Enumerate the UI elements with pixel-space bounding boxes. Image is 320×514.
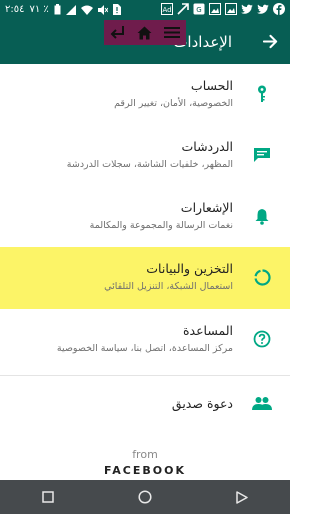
invite-friend[interactable]: دعوة صديق bbox=[0, 376, 290, 432]
recents-icon[interactable] bbox=[42, 491, 54, 503]
gallery-icon bbox=[209, 3, 221, 15]
home-icon[interactable] bbox=[137, 26, 152, 40]
floating-toolbar bbox=[104, 20, 186, 45]
key-icon bbox=[252, 84, 272, 104]
twitter-icon bbox=[241, 4, 253, 15]
back-return-icon[interactable] bbox=[110, 25, 126, 40]
twitter-icon bbox=[257, 4, 269, 15]
mute-icon bbox=[97, 4, 108, 15]
status-bar: ٢:٥٤ ٧١ ٪ Ad G bbox=[0, 0, 290, 22]
status-bar-left: ٢:٥٤ ٧١ ٪ bbox=[5, 4, 121, 15]
item-title: دعوة صديق bbox=[171, 396, 233, 411]
nav-bar bbox=[0, 480, 290, 514]
item-subtitle: المظهر، خلفيات الشاشة، سجلات الدردشة bbox=[66, 159, 233, 170]
footer-brand: FACEBOOK bbox=[104, 464, 186, 477]
clock: ٢:٥٤ bbox=[5, 4, 25, 15]
facebook-icon bbox=[273, 3, 285, 15]
svg-text:G: G bbox=[196, 6, 201, 14]
back-icon[interactable] bbox=[236, 490, 248, 504]
home-icon[interactable] bbox=[138, 490, 152, 504]
battery-icon bbox=[54, 4, 61, 15]
footer-from: from bbox=[132, 448, 158, 461]
gallery-icon bbox=[225, 3, 237, 15]
settings-item-account[interactable]: الحساب الخصوصية، الأمان، تغيير الرقم bbox=[0, 64, 290, 125]
bell-icon bbox=[252, 206, 272, 226]
settings-item-notifications[interactable]: الإشعارات نغمات الرسالة والمجموعة والمكا… bbox=[0, 186, 290, 247]
item-subtitle: نغمات الرسالة والمجموعة والمكالمة bbox=[89, 220, 233, 231]
people-icon bbox=[252, 395, 272, 414]
ad-icon: Ad bbox=[161, 3, 173, 15]
item-title: التخزين والبيانات bbox=[146, 261, 233, 276]
data-usage-icon bbox=[252, 267, 272, 287]
arrow-icon bbox=[177, 3, 189, 15]
settings-item-chats[interactable]: الدردشات المظهر، خلفيات الشاشة، سجلات ال… bbox=[0, 125, 290, 186]
sim-alert-icon bbox=[112, 4, 121, 15]
settings-item-help[interactable]: المساعدة مركز المساعدة، اتصل بنا، سياسة … bbox=[0, 309, 290, 370]
menu-icon[interactable] bbox=[164, 26, 181, 39]
item-title: المساعدة bbox=[182, 323, 233, 338]
wifi-icon bbox=[80, 5, 93, 15]
chat-icon bbox=[252, 145, 272, 165]
help-icon bbox=[252, 329, 272, 349]
item-subtitle: الخصوصية، الأمان، تغيير الرقم bbox=[114, 98, 233, 109]
battery-percent: ٧١ ٪ bbox=[29, 4, 49, 15]
item-subtitle: استعمال الشبكة، التنزيل التلقائي bbox=[104, 281, 233, 292]
translate-icon: G bbox=[193, 3, 205, 15]
item-subtitle: مركز المساعدة، اتصل بنا، سياسة الخصوصية bbox=[56, 343, 233, 354]
signal-icon bbox=[65, 4, 76, 15]
item-title: الدردشات bbox=[181, 139, 234, 154]
settings-list: الحساب الخصوصية، الأمان، تغيير الرقم الد… bbox=[0, 64, 290, 370]
arrow-forward-icon[interactable] bbox=[263, 34, 278, 49]
svg-text:Ad: Ad bbox=[162, 6, 171, 14]
settings-item-storage[interactable]: التخزين والبيانات استعمال الشبكة، التنزي… bbox=[0, 247, 290, 309]
item-title: الإشعارات bbox=[180, 200, 233, 215]
item-title: الحساب bbox=[190, 78, 233, 93]
status-bar-right: Ad G bbox=[161, 3, 285, 15]
